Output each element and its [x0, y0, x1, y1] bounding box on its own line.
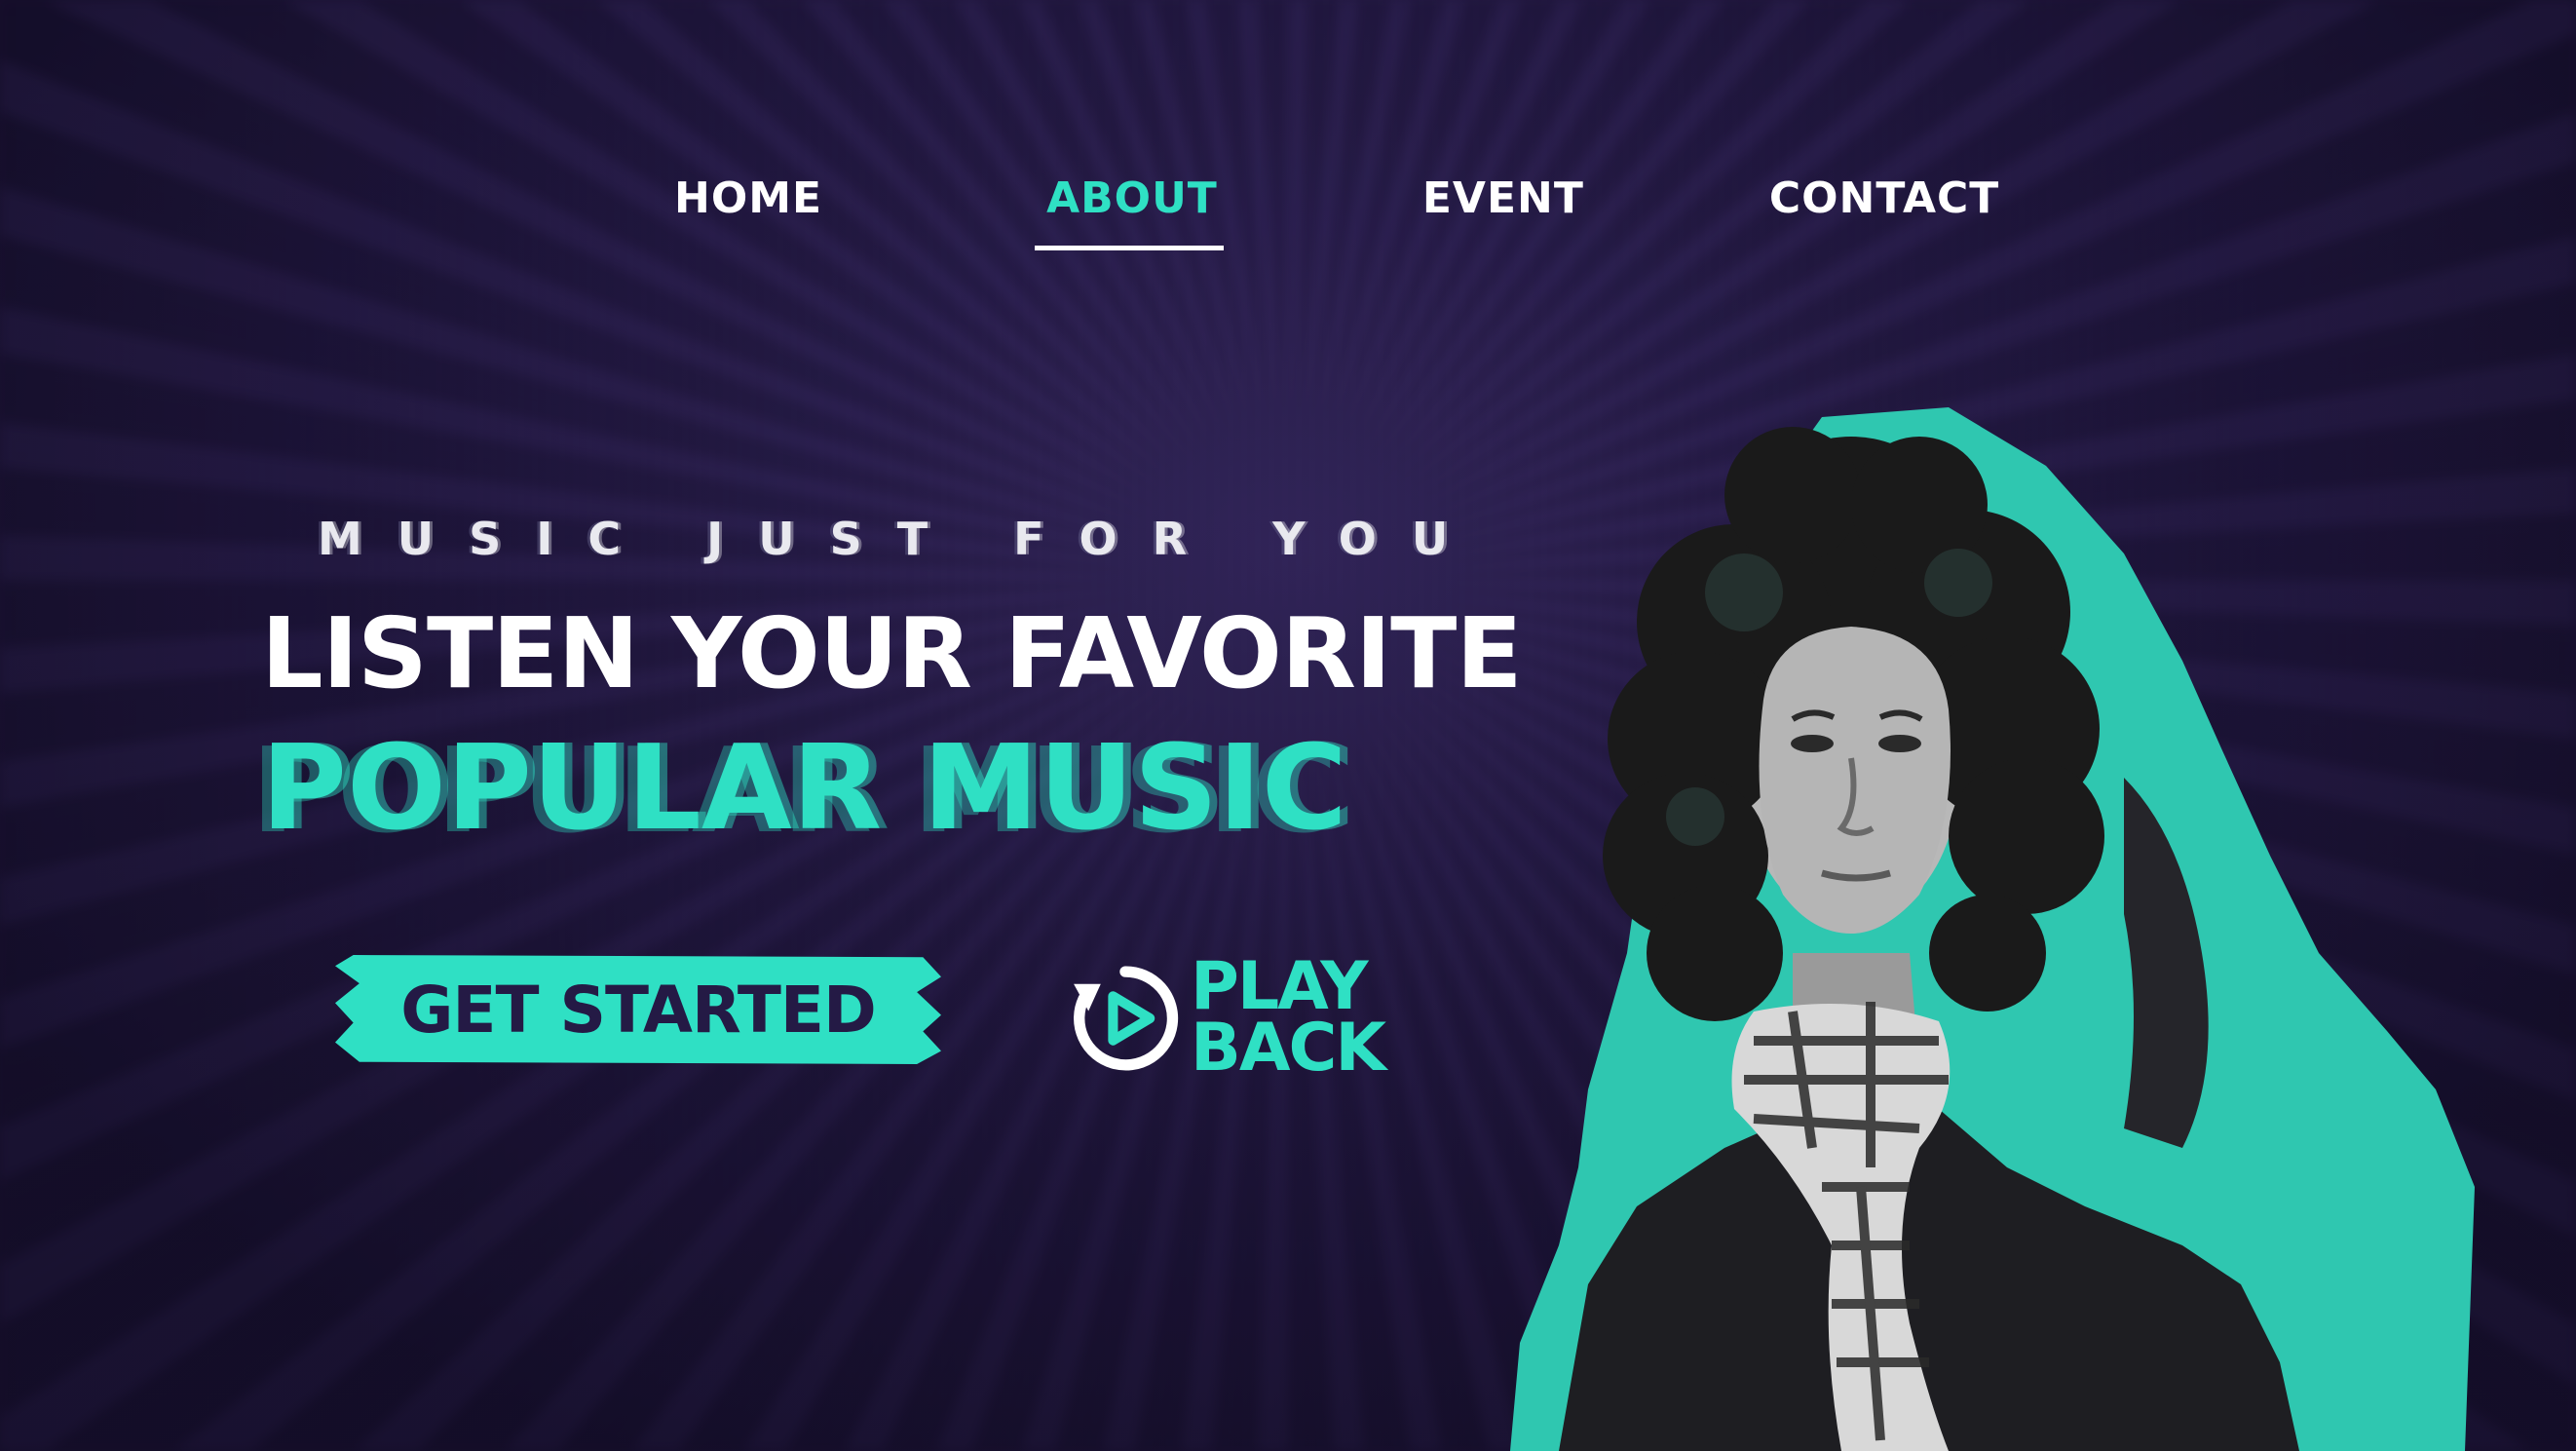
playback-label-line2: BACK	[1191, 1010, 1386, 1087]
hero-headline-accent: POPULAR MUSIC	[261, 721, 1347, 857]
playback-button[interactable]: PLAY BACK	[1064, 954, 1386, 1087]
nav-contact[interactable]: CONTACT	[1769, 173, 1999, 223]
nav-event[interactable]: EVENT	[1422, 173, 1584, 223]
hero-tagline: MUSIC JUST FOR YOU	[318, 513, 1484, 565]
hero-headline: LISTEN YOUR FAVORITE	[261, 596, 1523, 710]
main-nav: HOME ABOUT EVENT CONTACT	[674, 173, 1999, 250]
nav-about[interactable]: ABOUT	[1035, 173, 1224, 250]
get-started-button[interactable]: GET STARTED	[335, 955, 941, 1064]
hero-woman-photo	[1510, 407, 2475, 1451]
replay-play-icon	[1074, 966, 1179, 1071]
get-started-label: GET STARTED	[400, 972, 877, 1048]
nav-home[interactable]: HOME	[674, 173, 822, 223]
